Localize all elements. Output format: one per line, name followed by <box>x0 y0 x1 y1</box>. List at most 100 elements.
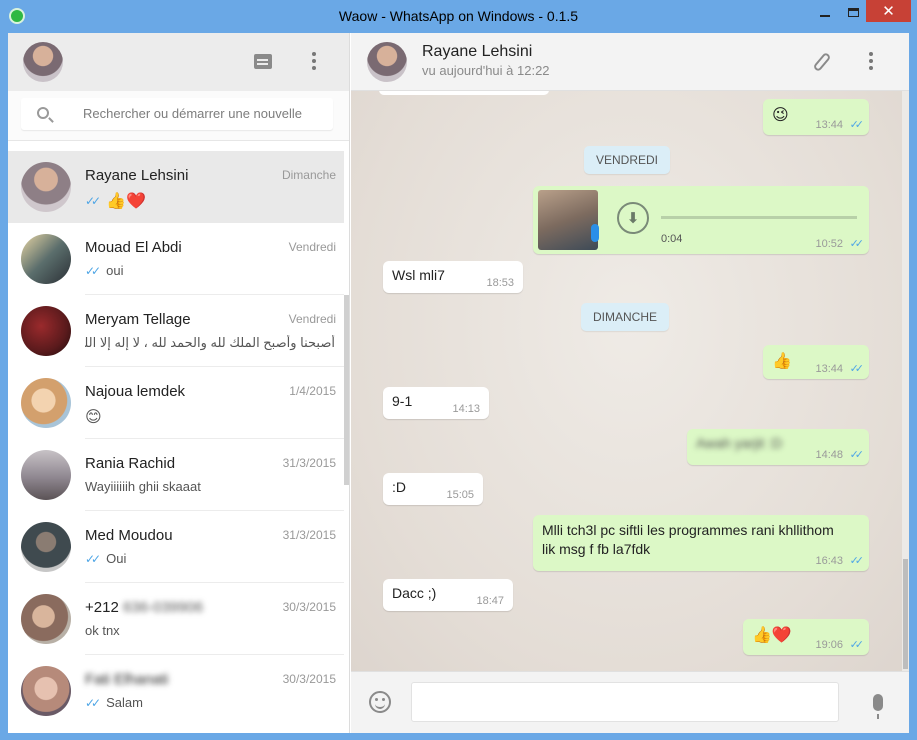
chat-date: 30/3/2015 <box>282 672 336 686</box>
voice-message[interactable]: ⬇ 0:04 10:52 ✓✓ <box>533 186 869 254</box>
message-text: 😉 <box>772 107 789 124</box>
conversation-pane: Rayane Lehsini vu aujourd'hui à 12:22 😉 … <box>351 33 909 733</box>
composer <box>351 671 909 733</box>
chat-preview: ✓✓ Salam <box>85 695 143 710</box>
chat-row-meryam[interactable]: Meryam Tellage Vendredi أصبحنا وأصبح الم… <box>8 295 344 367</box>
chat-name: Fati Elhanati <box>85 671 169 688</box>
search-placeholder: Rechercher ou démarrer une nouvelle <box>83 106 302 121</box>
chat-name: Rayane Lehsini <box>85 167 189 184</box>
read-ticks-icon: ✓✓ <box>849 238 865 250</box>
read-ticks-icon: ✓✓ <box>849 555 865 567</box>
read-ticks-icon: ✓✓ <box>849 363 865 375</box>
message-text: Awah yarjit :D <box>696 435 783 451</box>
title-bar: Waow - WhatsApp on Windows - 0.1.5 ✕ <box>0 0 917 33</box>
sidebar-scrollbar[interactable] <box>344 295 349 485</box>
chat-row-med[interactable]: Med Moudou 31/3/2015 ✓✓ Oui <box>8 511 344 583</box>
message-text: 👍 <box>772 353 792 370</box>
message-input[interactable] <box>411 682 839 722</box>
chat-list: Rayane Lehsini Dimanche ✓✓ 👍❤️ Mouad El A… <box>8 151 344 727</box>
contact-status: vu aujourd'hui à 12:22 <box>422 63 550 78</box>
chat-date: Vendredi <box>288 240 336 254</box>
my-avatar[interactable] <box>23 42 63 82</box>
chat-row-mouad[interactable]: Mouad El Abdi Vendredi ✓✓ oui <box>8 223 344 295</box>
menu-dots-icon[interactable] <box>304 49 324 73</box>
read-ticks-icon: ✓✓ <box>849 639 865 651</box>
messages-scrollbar[interactable] <box>902 91 909 671</box>
menu-dots-icon[interactable] <box>861 49 881 73</box>
message-text: 9-1 <box>392 393 413 409</box>
message-in[interactable]: 9-1 14:13 <box>383 387 489 419</box>
avatar <box>21 306 71 356</box>
read-ticks-icon: ✓✓ <box>849 449 865 461</box>
mic-icon[interactable] <box>867 688 889 719</box>
message-out[interactable]: 👍 13:44 ✓✓ <box>763 345 869 379</box>
day-separator: DIMANCHE <box>581 303 670 331</box>
chat-date: 31/3/2015 <box>282 528 336 542</box>
chat-date: 31/3/2015 <box>282 456 336 470</box>
attach-icon[interactable] <box>809 49 835 75</box>
message-text: :D <box>392 479 406 495</box>
message-in[interactable]: Dacc ;) 18:47 <box>383 579 513 611</box>
chat-date: 1/4/2015 <box>289 384 336 398</box>
maximize-icon <box>847 7 859 17</box>
chat-preview: ✓✓ oui <box>85 263 124 278</box>
message-out[interactable]: 👍❤️ 19:06 ✓✓ <box>743 619 869 655</box>
scroll-thumb[interactable] <box>903 559 908 669</box>
avatar <box>21 378 71 428</box>
chat-name: Rania Rachid <box>85 455 176 472</box>
chat-preview: ok tnx <box>85 623 120 638</box>
chat-preview: ✓✓ 👍❤️ <box>85 193 146 210</box>
close-button[interactable]: ✕ <box>866 0 911 22</box>
contact-name[interactable]: Rayane Lehsini <box>422 43 532 61</box>
chat-date: Dimanche <box>281 168 336 182</box>
avatar <box>21 450 71 500</box>
chat-preview: Wayiiiiiih ghii skaaat <box>85 479 201 494</box>
search-input[interactable]: Rechercher ou démarrer une nouvelle <box>21 98 333 130</box>
conversation-header: Rayane Lehsini vu aujourd'hui à 12:22 <box>351 33 909 91</box>
sidebar: Rechercher ou démarrer une nouvelle Raya… <box>8 33 350 733</box>
emoji-icon[interactable] <box>368 690 392 714</box>
read-ticks-icon: ✓✓ <box>85 263 101 278</box>
new-chat-icon[interactable] <box>253 51 273 71</box>
message-in[interactable]: Wsl mli7 18:53 <box>383 261 523 293</box>
minimize-icon <box>820 15 830 17</box>
minimize-button[interactable] <box>812 0 838 24</box>
message-text: 👍❤️ <box>752 627 792 644</box>
message-out[interactable]: Awah yarjit :D 14:48 ✓✓ <box>687 429 869 465</box>
chat-preview: ✓✓ Oui <box>85 551 127 566</box>
maximize-button[interactable] <box>840 0 866 24</box>
voice-sender-photo <box>538 190 598 250</box>
chat-name: +212 636-039906 <box>85 599 204 616</box>
chat-name: Najoua lemdek <box>85 383 186 400</box>
read-ticks-icon: ✓✓ <box>849 119 865 131</box>
download-icon[interactable]: ⬇ <box>617 202 649 234</box>
message-text: Dacc ;) <box>392 585 437 601</box>
day-separator: VENDREDI <box>584 146 671 174</box>
window-title: Waow - WhatsApp on Windows - 0.1.5 <box>338 8 579 24</box>
read-ticks-icon: ✓✓ <box>85 551 101 566</box>
avatar <box>21 162 71 212</box>
contact-avatar[interactable] <box>367 42 407 82</box>
avatar <box>21 234 71 284</box>
chat-row-najoua[interactable]: Najoua lemdek 1/4/2015 😊 <box>8 367 344 439</box>
audio-duration: 0:04 <box>661 233 683 245</box>
chat-name: Med Moudou <box>85 527 173 544</box>
chat-row-phone[interactable]: +212 636-039906 30/3/2015 ok tnx <box>8 583 344 655</box>
chat-date: 30/3/2015 <box>282 600 336 614</box>
sidebar-header <box>8 33 349 91</box>
chat-name: Meryam Tellage <box>85 311 191 328</box>
chat-row-rayane[interactable]: Rayane Lehsini Dimanche ✓✓ 👍❤️ <box>8 151 344 223</box>
chat-row-fati[interactable]: Fati Elhanati 30/3/2015 ✓✓ Salam <box>8 655 344 727</box>
chat-date: Vendredi <box>288 312 336 326</box>
chat-preview: 😊 <box>85 409 102 426</box>
message-out[interactable]: 😉 13:44 ✓✓ <box>763 99 869 135</box>
avatar <box>21 594 71 644</box>
message-in[interactable]: :D 15:05 <box>383 473 483 505</box>
app-window: Rechercher ou démarrer une nouvelle Raya… <box>8 33 909 733</box>
audio-progress[interactable] <box>661 216 857 219</box>
message-list: 😉 13:44 ✓✓ VENDREDI ⬇ 0:04 10:52 ✓✓ Wsl ml… <box>351 91 909 671</box>
avatar <box>21 666 71 716</box>
message-out[interactable]: Mlli tch3l pc siftli les programmes rani… <box>533 515 869 571</box>
read-ticks-icon: ✓✓ <box>85 194 101 208</box>
chat-row-rania[interactable]: Rania Rachid 31/3/2015 Wayiiiiiih ghii s… <box>8 439 344 511</box>
